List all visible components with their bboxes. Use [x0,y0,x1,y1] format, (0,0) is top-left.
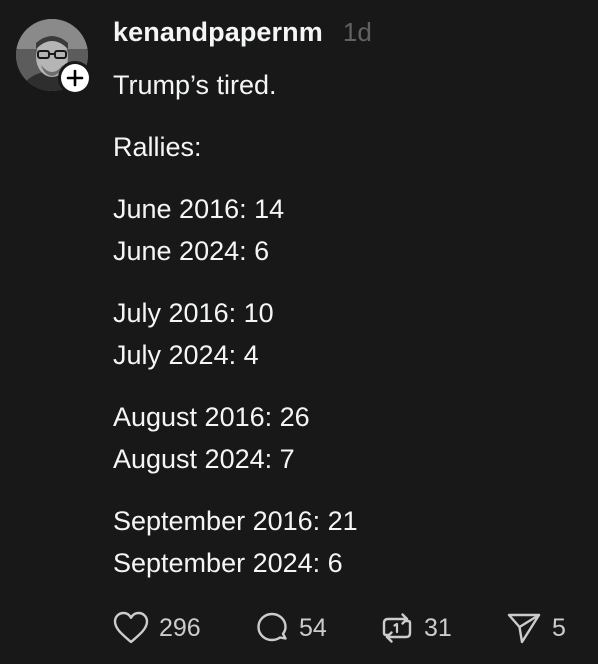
thread-post: kenandpapernm 1d Trump’s tired. Rallies:… [0,0,598,664]
post-line: September 2016: 21 [113,506,358,536]
share-button[interactable]: 5 [506,605,566,651]
post-line: July 2016: 10 [113,298,274,328]
reply-button[interactable]: 54 [255,605,327,651]
post-line: June 2024: 6 [113,236,270,266]
share-count: 5 [552,613,566,642]
post-line: June 2016: 14 [113,194,285,224]
follow-badge [61,64,89,92]
heart-icon [113,611,149,644]
speech-bubble-icon [257,612,287,642]
like-button[interactable]: 296 [113,605,201,651]
post-line: Trump’s tired. [113,70,277,100]
reply-count: 54 [299,613,327,642]
plus-icon [66,69,84,87]
username-link[interactable]: kenandpapernm [113,17,323,48]
post-line: Rallies: [113,132,202,162]
post-body: Trump’s tired. Rallies: June 2016: 14 Ju… [113,64,583,584]
post-line: August 2024: 7 [113,444,295,474]
follow-button[interactable] [58,61,92,95]
repost-button[interactable]: 31 [380,605,452,651]
post-line: September 2024: 6 [113,548,343,578]
avatar-container [16,19,92,95]
action-bar: 296 54 31 5 [113,605,583,651]
post-line: July 2024: 4 [113,340,259,370]
post-timestamp[interactable]: 1d [343,17,372,48]
repost-arrows-icon [382,613,412,643]
post-header: kenandpapernm 1d [113,17,372,48]
repost-count: 31 [424,613,452,642]
paper-plane-icon [507,613,541,644]
post-line: August 2016: 26 [113,402,310,432]
like-count: 296 [159,613,201,642]
